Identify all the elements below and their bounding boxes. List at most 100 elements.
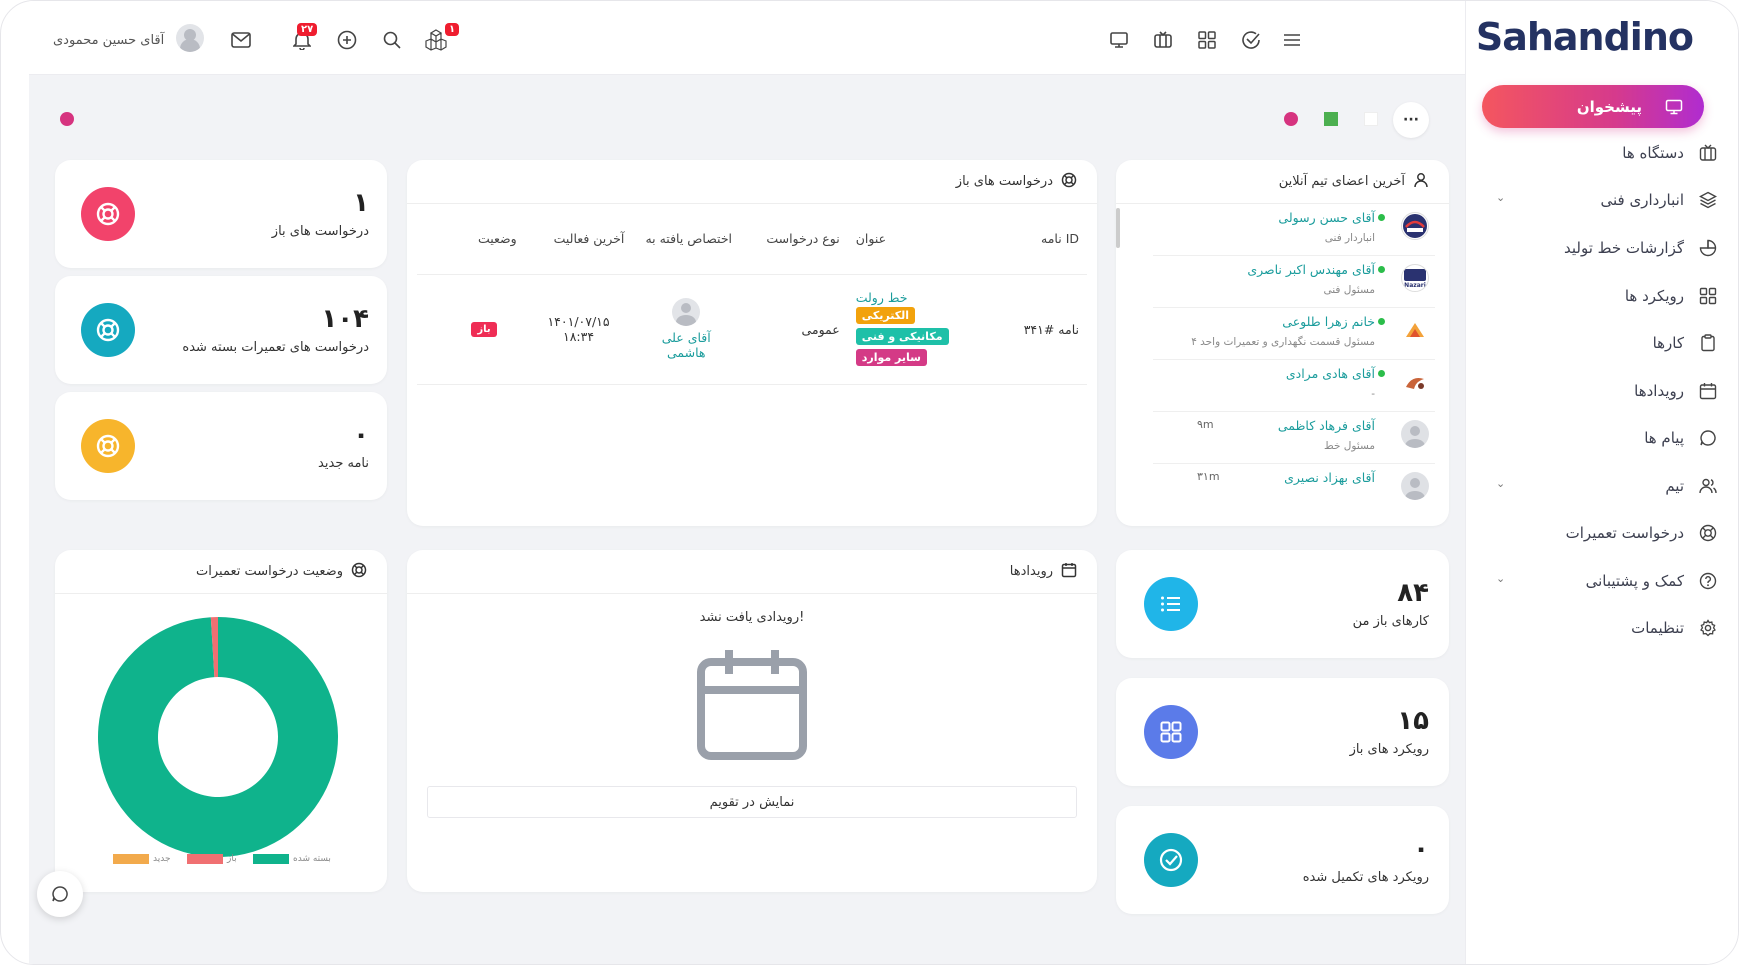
request-title[interactable]: خط رولت bbox=[856, 290, 996, 305]
stat-card-my-open-tasks[interactable]: ۸۴ کارهای باز من bbox=[1116, 550, 1449, 658]
member-name[interactable]: آقای مهندس اکبر ناصری bbox=[1247, 262, 1375, 277]
monitor-icon[interactable] bbox=[1108, 29, 1130, 51]
team-member[interactable]: خانم زهرا طلوعی مسئول قسمت نگهداری و تعم… bbox=[1153, 308, 1435, 360]
empty-events-text: رویدادی یافت نشد! bbox=[699, 610, 805, 625]
svg-text:Nazari: Nazari bbox=[1404, 282, 1426, 289]
lifebuoy-icon bbox=[81, 187, 135, 241]
donut-slice-0[interactable] bbox=[98, 617, 339, 857]
user-name[interactable]: آقای حسین محمودی bbox=[53, 33, 164, 48]
column-header[interactable]: اختصاص یافته به bbox=[632, 204, 741, 275]
stat-value: ۱ bbox=[353, 188, 369, 218]
more-options-button[interactable]: ··· bbox=[1393, 102, 1429, 138]
team-member[interactable]: آقای حسن رسولی انباردار فنی bbox=[1153, 204, 1435, 256]
table-row[interactable]: نامه #۳۴۱ خط رولت الکتریکی مکانیکی و فنی… bbox=[417, 274, 1087, 385]
chevron-down-icon[interactable]: ⌄ bbox=[1496, 477, 1505, 490]
sidebar-item-devices[interactable]: دستگاه ها bbox=[1488, 138, 1718, 168]
column-header[interactable]: آخرین فعالیت bbox=[524, 204, 633, 275]
last-activity-time: ۱۸:۳۴ bbox=[563, 329, 595, 344]
last-activity-cell: ۱۴۰۱/۰۷/۱۵ ۱۸:۳۴ bbox=[524, 274, 633, 385]
user-icon bbox=[1413, 172, 1429, 192]
team-online-card: آخرین اعضای تیم آنلاین آقای حسن رسولی ان… bbox=[1116, 160, 1449, 526]
column-header[interactable]: نوع درخواست bbox=[740, 204, 848, 275]
card-header: رویدادها bbox=[407, 550, 1097, 594]
sidebar-item-messages[interactable]: پیام ها bbox=[1488, 423, 1718, 453]
status-dot bbox=[60, 112, 74, 126]
assignee-name[interactable]: آقای علی هاشمی bbox=[651, 330, 721, 360]
sidebar-item-inventory[interactable]: ⌄ انبارداری فنی bbox=[1488, 185, 1718, 215]
sidebar-item-production-reports[interactable]: گزارشات خط تولید bbox=[1488, 233, 1718, 263]
monitor-icon bbox=[1664, 97, 1684, 117]
stat-value: ۸۴ bbox=[1397, 578, 1429, 608]
user-avatar[interactable] bbox=[176, 24, 204, 52]
theme-color-white[interactable] bbox=[1364, 112, 1378, 126]
search-icon[interactable] bbox=[381, 29, 403, 51]
member-avatar bbox=[1401, 368, 1429, 396]
clipboard-icon bbox=[1698, 333, 1718, 353]
sidebar-item-help[interactable]: ⌄ کمک و پشتیبانی bbox=[1488, 566, 1718, 596]
sidebar-item-approaches[interactable]: رویکرد ها bbox=[1488, 281, 1718, 311]
last-seen: ۳۱m bbox=[1197, 470, 1220, 483]
team-member[interactable]: Nazari آقای مهندس اکبر ناصری مسئول فنی bbox=[1153, 256, 1435, 308]
sidebar-item-label: تیم bbox=[1665, 477, 1684, 495]
check-circle-icon[interactable] bbox=[1240, 29, 1262, 51]
sidebar-item-dashboard[interactable]: پیشخوان bbox=[1482, 85, 1704, 128]
tag-other: سایر موارد bbox=[855, 349, 927, 366]
stat-card-completed-approaches[interactable]: ۰ رویکرد های تکمیل شده bbox=[1116, 806, 1449, 914]
sidebar-item-label: پیشخوان bbox=[1576, 97, 1642, 116]
stat-label: درخواست های باز bbox=[271, 224, 369, 239]
sidebar-item-label: کارها bbox=[1652, 334, 1684, 352]
team-member[interactable]: ۳۱m آقای بهزاد نصیری bbox=[1153, 464, 1435, 516]
member-role: مسئول قسمت نگهداری و تعمیرات واحد ۴ bbox=[1191, 336, 1375, 348]
stat-card-new-letters[interactable]: ۰ نامه جدید bbox=[55, 392, 387, 500]
sidebar-item-tasks[interactable]: کارها bbox=[1488, 328, 1718, 358]
chevron-down-icon[interactable]: ⌄ bbox=[1496, 572, 1505, 585]
chat-button[interactable] bbox=[37, 871, 83, 917]
sidebar-item-settings[interactable]: تنظیمات bbox=[1488, 613, 1718, 643]
sidebar-item-repair-requests[interactable]: درخواست تعمیرات bbox=[1488, 518, 1718, 548]
events-card: رویدادها رویدادی یافت نشد! نمایش در تقوی… bbox=[407, 550, 1097, 892]
member-name[interactable]: آقای حسن رسولی bbox=[1278, 210, 1375, 225]
stat-label: رویکرد های تکمیل شده bbox=[1302, 870, 1429, 885]
online-indicator bbox=[1378, 370, 1385, 377]
member-name[interactable]: آقای فرهاد کاظمی bbox=[1278, 418, 1375, 433]
team-member[interactable]: ۹m آقای فرهاد کاظمی مسئول خط bbox=[1153, 412, 1435, 464]
column-header[interactable]: وضعیت bbox=[417, 204, 525, 275]
mail-icon[interactable] bbox=[230, 29, 252, 51]
chat-icon bbox=[1698, 428, 1718, 448]
legend-new: جدید bbox=[113, 854, 171, 864]
stat-card-closed-requests[interactable]: ۱۰۴ درخواست های تعمیرات بسته شده bbox=[55, 276, 387, 384]
help-icon bbox=[1698, 571, 1718, 591]
request-title-cell: خط رولت الکتریکی مکانیکی و فنی سایر موار… bbox=[847, 274, 1004, 385]
sidebar-item-events[interactable]: رویدادها bbox=[1488, 376, 1718, 406]
sidebar-item-team[interactable]: ⌄ تیم bbox=[1488, 471, 1718, 501]
member-avatar bbox=[1401, 420, 1429, 448]
request-id[interactable]: نامه #۳۴۱ bbox=[1003, 274, 1087, 385]
sidebar-item-label: تنظیمات bbox=[1631, 619, 1684, 637]
stat-label: درخواست های تعمیرات بسته شده bbox=[182, 340, 369, 355]
menu-icon[interactable] bbox=[1281, 29, 1303, 51]
stat-card-open-requests[interactable]: ۱ درخواست های باز bbox=[55, 160, 387, 268]
team-member[interactable]: آقای هادی مرادی - bbox=[1153, 360, 1435, 412]
member-name[interactable]: خانم زهرا طلوعی bbox=[1282, 314, 1375, 329]
scrollbar[interactable] bbox=[1116, 208, 1120, 248]
member-name[interactable]: آقای هادی مرادی bbox=[1286, 366, 1375, 381]
member-avatar bbox=[1401, 472, 1429, 500]
theme-color-green[interactable] bbox=[1324, 112, 1338, 126]
brand-logo[interactable]: Sahandino bbox=[1476, 15, 1694, 59]
stat-card-open-approaches[interactable]: ۱۵ رویکرد های باز bbox=[1116, 678, 1449, 786]
chat-icon bbox=[52, 886, 68, 902]
column-header[interactable]: ID نامه bbox=[1003, 204, 1087, 275]
show-in-calendar-button[interactable]: نمایش در تقویم bbox=[427, 786, 1077, 818]
member-name[interactable]: آقای بهزاد نصیری bbox=[1284, 470, 1375, 485]
donut-chart bbox=[98, 617, 339, 857]
card-title: درخواست های باز bbox=[955, 174, 1053, 189]
status-badge: باز bbox=[471, 321, 497, 337]
chevron-down-icon[interactable]: ⌄ bbox=[1496, 191, 1505, 204]
last-activity-date: ۱۴۰۱/۰۷/۱۵ bbox=[547, 314, 610, 329]
grid-icon[interactable] bbox=[1196, 29, 1218, 51]
member-role: انباردار فنی bbox=[1324, 232, 1375, 244]
plus-circle-icon[interactable] bbox=[336, 29, 358, 51]
tv-icon[interactable] bbox=[1152, 29, 1174, 51]
theme-color-pink[interactable] bbox=[1284, 112, 1298, 126]
column-header[interactable]: عنوان bbox=[847, 204, 1004, 275]
